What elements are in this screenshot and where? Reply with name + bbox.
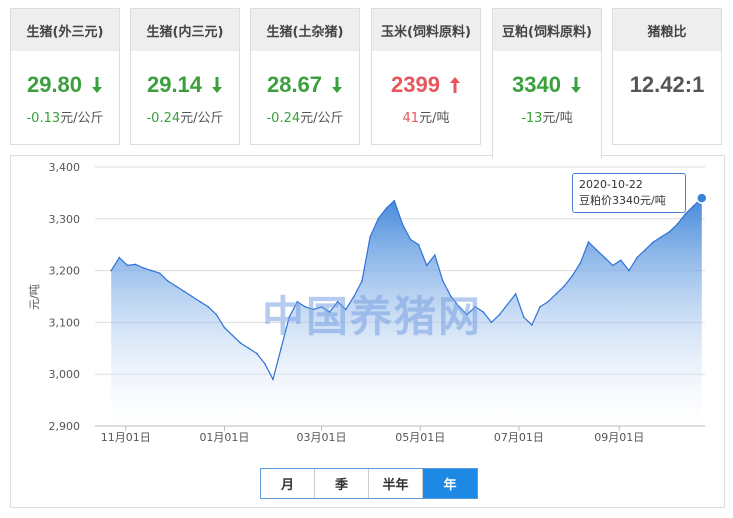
- data-point: [620, 259, 622, 262]
- data-point: [158, 272, 161, 274]
- y-tick-label: 2,900: [49, 420, 81, 433]
- data-point: [167, 280, 169, 282]
- data-point: [223, 326, 226, 329]
- x-tick-label: 05月01日: [395, 431, 445, 444]
- watermark: 中国养猪网: [262, 292, 483, 341]
- data-point: [587, 241, 590, 243]
- data-point: [555, 293, 557, 295]
- data-point: [280, 347, 282, 350]
- y-tick-label: 3,300: [49, 213, 81, 226]
- data-point: [247, 347, 250, 350]
- data-point: [563, 285, 566, 287]
- hover-point[interactable]: [696, 192, 708, 204]
- card-soybean-meal[interactable]: 豆粕(饲料原料) 3340 -13元/吨: [492, 8, 602, 158]
- data-point: [490, 321, 493, 324]
- data-point: [118, 256, 121, 259]
- price-row: 3340: [493, 71, 601, 99]
- data-point: [668, 230, 671, 233]
- data-point: [239, 342, 242, 344]
- x-tick-label: 09月01日: [594, 431, 644, 444]
- data-point: [134, 263, 137, 266]
- y-axis: 2,900 3,000 3,100 3,200 3,300 3,400: [49, 161, 81, 433]
- price-area-chart: 2,900 3,000 3,100 3,200 3,300 3,400 元/吨 11月01…: [28, 161, 708, 444]
- data-point: [595, 249, 598, 251]
- data-point: [377, 218, 379, 220]
- data-point: [126, 264, 129, 267]
- data-point: [256, 352, 258, 355]
- y-tick-label: 3,400: [49, 161, 81, 174]
- data-point: [401, 223, 404, 225]
- data-point: [191, 295, 193, 298]
- data-point: [579, 262, 582, 264]
- data-point: [684, 212, 687, 215]
- data-point: [272, 378, 274, 381]
- data-point: [199, 300, 201, 303]
- data-point: [506, 303, 509, 306]
- data-point: [110, 269, 112, 272]
- data-point: [183, 290, 185, 293]
- data-point: [369, 236, 371, 238]
- down-arrow-icon: [570, 77, 581, 93]
- data-point: [652, 241, 655, 243]
- data-point: [207, 306, 210, 308]
- data-point: [644, 249, 646, 251]
- data-point: [539, 306, 541, 308]
- data-point: [264, 363, 266, 365]
- data-point: [409, 238, 412, 241]
- data-point: [433, 254, 436, 256]
- range-quarter-button[interactable]: 季: [315, 469, 369, 498]
- data-point: [514, 293, 517, 295]
- y-tick-label: 3,200: [49, 265, 81, 278]
- data-point: [142, 267, 145, 269]
- tooltip-value: 豆粕价3340元/吨: [579, 194, 666, 207]
- range-year-button[interactable]: 年: [423, 469, 477, 498]
- data-point: [385, 207, 388, 210]
- data-point: [393, 199, 396, 202]
- data-point: [636, 256, 638, 259]
- data-point: [498, 313, 501, 316]
- x-tick-label: 11月01日: [101, 431, 151, 444]
- data-point: [361, 280, 363, 282]
- data-point: [603, 256, 606, 259]
- range-half-year-button[interactable]: 半年: [369, 469, 423, 498]
- data-point: [175, 285, 177, 287]
- data-point: [676, 223, 679, 225]
- data-point: [611, 264, 614, 267]
- y-tick-label: 3,000: [49, 368, 81, 381]
- data-point: [442, 280, 444, 282]
- data-point: [425, 264, 428, 267]
- x-axis: 11月01日 01月01日 03月01日 05月01日 07月01日 09月01日: [95, 425, 705, 444]
- x-tick-label: 07月01日: [494, 431, 544, 444]
- y-axis-label: 元/吨: [28, 284, 41, 310]
- data-point: [547, 300, 549, 303]
- data-point: [571, 274, 574, 277]
- range-selector: 月 季 半年 年: [260, 468, 478, 499]
- data-point: [660, 236, 663, 238]
- data-point: [417, 243, 420, 246]
- y-tick-label: 3,100: [49, 316, 81, 329]
- data-point: [522, 316, 525, 319]
- data-point: [150, 269, 153, 272]
- range-month-button[interactable]: 月: [261, 469, 315, 498]
- card-price: 3340: [512, 72, 561, 97]
- data-point: [531, 324, 533, 326]
- chart-tooltip: 2020-10-22 豆粕价3340元/吨: [572, 173, 686, 213]
- card-change: -13元/吨: [521, 111, 573, 126]
- x-tick-label: 03月01日: [297, 431, 347, 444]
- data-point: [215, 313, 218, 316]
- tooltip-date: 2020-10-22: [579, 178, 643, 191]
- x-tick-label: 01月01日: [199, 431, 249, 444]
- data-point: [482, 311, 485, 313]
- data-point: [692, 205, 695, 207]
- card-title: 豆粕(饲料原料): [493, 9, 601, 51]
- data-point: [231, 334, 234, 337]
- data-point: [628, 269, 630, 272]
